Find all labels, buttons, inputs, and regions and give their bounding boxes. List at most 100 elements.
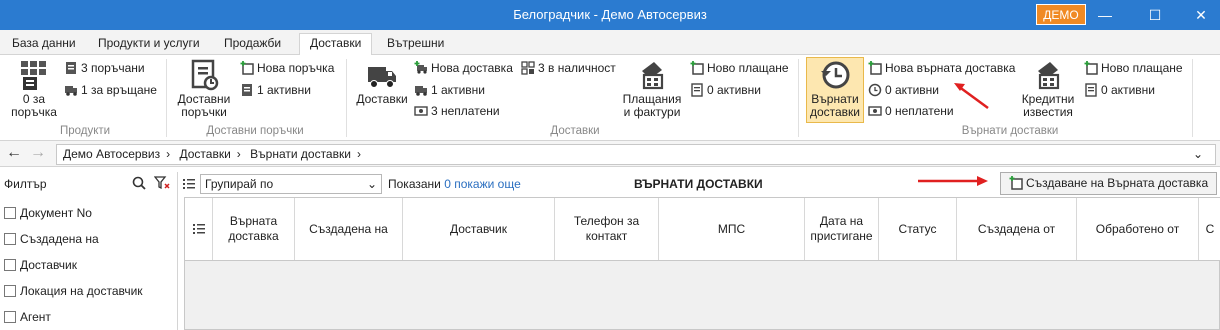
filter-clear-icon[interactable] — [154, 176, 170, 190]
column-header[interactable]: Статус — [879, 198, 957, 260]
chevron-down-icon: ⌄ — [366, 177, 377, 191]
ribbon-separator — [1192, 59, 1193, 137]
credit-notes-label: Кредитни известия — [1021, 92, 1075, 119]
close-button[interactable]: ✕ — [1178, 0, 1220, 30]
group-label-deliveries: Доставки — [550, 125, 600, 137]
breadcrumb[interactable]: Демо Автосервиз › Доставки › Върнати доста… — [56, 144, 1216, 165]
column-header[interactable]: Върната доставка — [213, 198, 295, 260]
grid-heading: ВЪРНАТИ ДОСТАВКИ — [634, 177, 763, 191]
create-returned-delivery-button[interactable]: Създаване на Върната доставка — [1000, 172, 1217, 195]
forward-arrow-icon[interactable]: → — [30, 144, 46, 162]
ordered-label: 3 поръчани — [81, 61, 145, 75]
payments-invoices-button[interactable]: Плащания и фактури — [618, 59, 686, 119]
column-header[interactable]: С — [1199, 198, 1220, 260]
in-stock-button[interactable]: 3 в наличност — [521, 59, 616, 77]
column-header[interactable]: МПС — [659, 198, 805, 260]
in-stock-label: 3 в наличност — [538, 61, 616, 75]
filter-item-label: Агент — [20, 310, 51, 324]
search-icon[interactable] — [132, 176, 146, 190]
filter-item-created-on[interactable]: Създадена на — [4, 232, 99, 248]
breadcrumb-item[interactable]: Демо Автосервиз — [63, 147, 160, 161]
column-header[interactable]: Създадена на — [295, 198, 403, 260]
orders-active-button[interactable]: 1 активни — [240, 81, 311, 99]
deliveries-label: Доставки — [356, 92, 408, 106]
breadcrumb-separator-icon: › — [356, 147, 361, 161]
breadcrumb-separator-icon: › — [166, 147, 171, 161]
column-header[interactable]: Телефон за контакт — [555, 198, 659, 260]
returned-deliveries-grid: Върната доставка Създадена на Доставчик … — [184, 197, 1220, 330]
shown-count-line: Показани 0 покажи още — [388, 177, 521, 191]
checkbox[interactable] — [4, 207, 16, 219]
delivery-orders-button[interactable]: Доставни поръчки — [174, 59, 234, 119]
row-menu-icon[interactable] — [185, 198, 213, 260]
returns-payments-active-button[interactable]: 0 активни — [1084, 81, 1155, 99]
back-arrow-icon[interactable]: ← — [6, 144, 22, 162]
grid-list-icon — [21, 61, 46, 90]
group-by-select[interactable]: Групирай по ⌄ — [200, 174, 382, 194]
breadcrumb-separator-icon: › — [236, 147, 241, 161]
deliveries-unpaid-button[interactable]: 3 неплатени — [414, 102, 500, 120]
new-delivery-label: Нова доставка — [431, 61, 513, 75]
filter-item-supplier-location[interactable]: Локация на доставчик — [4, 284, 143, 300]
group-label-delivery-orders: Доставни поръчки — [206, 125, 304, 137]
deliveries-active-button[interactable]: 1 активни — [414, 81, 485, 99]
new-returned-delivery-button[interactable]: Нова върната доставка — [868, 59, 1015, 77]
tab-sales[interactable]: Продажби — [214, 34, 291, 55]
returns-new-payment-button[interactable]: Ново плащане — [1084, 59, 1183, 77]
chevron-down-icon[interactable]: ⌄ — [1193, 145, 1203, 164]
payments-active-button[interactable]: 0 активни — [690, 81, 761, 99]
column-list-icon[interactable] — [182, 177, 196, 191]
create-returned-delivery-label: Създаване на Върната доставка — [1026, 176, 1209, 190]
returns-unpaid-button[interactable]: 0 неплатени — [868, 102, 954, 120]
tab-internal[interactable]: Вътрешни — [377, 34, 454, 55]
deliveries-unpaid-label: 3 неплатени — [431, 104, 500, 118]
new-delivery-button[interactable]: Нова доставка — [414, 59, 513, 77]
filter-item-label: Документ No — [20, 206, 92, 220]
group-label-returned-deliveries: Върнати доставки — [961, 125, 1059, 137]
deliveries-button[interactable]: Доставки — [354, 59, 410, 106]
column-header[interactable]: Доставчик — [403, 198, 555, 260]
delivery-orders-label: Доставни поръчки — [177, 92, 231, 119]
column-header[interactable]: Дата на пристигане — [805, 198, 879, 260]
to-order-button[interactable]: 0 за поръчка — [8, 59, 60, 119]
checkbox[interactable] — [4, 285, 16, 297]
show-more-link[interactable]: покажи още — [454, 177, 521, 191]
clock-icon — [868, 83, 882, 97]
filter-item-document-no[interactable]: Документ No — [4, 206, 92, 222]
to-return-button[interactable]: 1 за връщане — [64, 81, 157, 99]
minimize-button[interactable]: — — [1082, 0, 1128, 30]
new-payment-button[interactable]: Ново плащане — [690, 59, 789, 77]
tab-database[interactable]: База данни — [2, 34, 86, 55]
filter-item-label: Доставчик — [20, 258, 78, 272]
returned-deliveries-content[interactable]: Върнати доставки — [806, 59, 864, 119]
maximize-button[interactable]: ☐ — [1132, 0, 1178, 30]
checkbox[interactable] — [4, 259, 16, 271]
grid-header: Върната доставка Създадена на Доставчик … — [185, 198, 1220, 261]
add-document-icon — [1009, 176, 1023, 190]
breadcrumb-item[interactable]: Върнати доставки — [250, 147, 351, 161]
new-returned-delivery-label: Нова върната доставка — [885, 61, 1016, 75]
checkbox[interactable] — [4, 233, 16, 245]
column-header[interactable]: Обработено от — [1077, 198, 1199, 260]
ordered-button[interactable]: 3 поръчани — [64, 59, 145, 77]
payments-active-label: 0 активни — [707, 83, 761, 97]
checkbox[interactable] — [4, 311, 16, 323]
breadcrumb-item[interactable]: Доставки — [179, 147, 230, 161]
filter-item-supplier[interactable]: Доставчик — [4, 258, 77, 274]
new-order-button[interactable]: Нова поръчка — [240, 59, 334, 77]
column-header[interactable]: Създадена от — [957, 198, 1077, 260]
filter-pane: Филтър Документ No Създадена на Доставчи… — [0, 172, 178, 330]
add-document-icon — [868, 61, 882, 75]
money-icon — [414, 106, 428, 116]
credit-notes-button[interactable]: Кредитни известия — [1016, 59, 1080, 119]
returns-active-button[interactable]: 0 активни — [868, 81, 939, 99]
returns-new-payment-label: Ново плащане — [1101, 61, 1183, 75]
ribbon-separator — [346, 59, 347, 137]
tab-products-services[interactable]: Продукти и услуги — [88, 34, 210, 55]
ribbon-separator — [798, 59, 799, 137]
tab-deliveries[interactable]: Доставки — [299, 33, 373, 56]
group-label-products: Продукти — [59, 125, 111, 137]
filter-item-agent[interactable]: Агент — [4, 310, 51, 326]
stock-boxes-icon — [521, 61, 535, 75]
returns-active-label: 0 активни — [885, 83, 939, 97]
